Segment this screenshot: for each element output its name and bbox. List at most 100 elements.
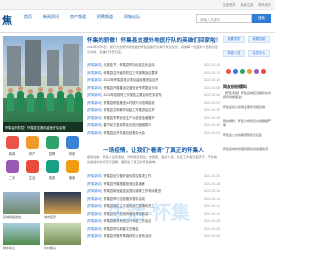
- news-icon: [5, 136, 19, 149]
- news-title[interactable]: 怀集县开展春运交通安全专项整治行动: [104, 86, 158, 90]
- headline-secondary[interactable]: 一场疫情，让我们“看清”了真正的怀集人: [87, 146, 220, 154]
- news-date: 2022-01-08: [201, 218, 220, 224]
- news-tag[interactable]: [怀集新闻]: [87, 101, 102, 105]
- quick-icon-food[interactable]: 美食: [63, 160, 81, 180]
- top-link-contact[interactable]: 联系我们: [258, 2, 271, 7]
- quick-icon-jobs[interactable]: 招聘: [43, 136, 61, 156]
- search-button[interactable]: 搜索: [252, 14, 271, 23]
- list-item[interactable]: [怀集新闻] 怀集县新冠疫苗加强针接种工作有序推进 2022-01-16: [87, 188, 220, 194]
- hero-caption[interactable]: 怀集会的阶层！怀集县支援抗疫医疗队启程: [3, 122, 83, 132]
- list-item[interactable]: [怀集新闻] 怀集县举办新春文艺晚会 2022-01-06: [87, 225, 220, 232]
- news-tag[interactable]: [怀集新闻]: [87, 63, 102, 67]
- thumbnail-image[interactable]: [3, 223, 40, 245]
- news-date: 2022-01-12: [201, 203, 220, 209]
- news-tag[interactable]: [怀集新闻]: [87, 174, 102, 178]
- quick-icon-secondhand[interactable]: 二手: [3, 160, 21, 180]
- qq-icon[interactable]: [233, 69, 238, 74]
- news-tag[interactable]: [怀集新闻]: [87, 71, 102, 75]
- quick-icon-shops[interactable]: 商家: [63, 136, 81, 156]
- list-item[interactable]: [怀集新闻] 怀集县文明城市创建工作推进会召开 2022-01-30: [87, 107, 220, 113]
- list-item[interactable]: [怀集新闻] 怀集县积极推进乡村振兴示范带建设 2022-02-03: [87, 99, 220, 106]
- list-item[interactable]: [怀集新闻] 2022年县政府工作报告主要目标任务发布 2022-02-06: [87, 92, 220, 98]
- news-title[interactable]: 怀集县开展核酸检测应急演练: [104, 182, 145, 186]
- news-tag[interactable]: [怀集新闻]: [87, 212, 102, 216]
- weibo-icon[interactable]: [226, 69, 231, 74]
- headline-primary[interactable]: 怀集的骄傲！怀集县支援外地医疗队的英雄们回家啦！: [87, 36, 220, 44]
- thumbnail-caption[interactable]: 乡村振兴: [44, 246, 81, 250]
- nav-item-house[interactable]: 房产频道: [70, 14, 86, 20]
- news-tag[interactable]: [怀集新闻]: [87, 86, 102, 90]
- news-title[interactable]: 2022年县政府工作报告主要目标任务发布: [104, 93, 162, 97]
- wechat-icon[interactable]: [240, 69, 245, 74]
- top-link-register[interactable]: 免费注册: [241, 2, 254, 7]
- merchant-join-button[interactable]: 商家入驻: [223, 50, 245, 57]
- list-item[interactable]: [怀集新闻] 怀集县开展核酸检测应急演练 2022-01-18: [87, 180, 220, 187]
- news-title[interactable]: 怀集县全力做好疫情防控各项工作: [104, 174, 152, 178]
- douyin-icon[interactable]: [261, 69, 266, 74]
- news-tag[interactable]: [怀集新闻]: [87, 204, 102, 208]
- list-item[interactable]: 怀集县公交线路调整建议征集: [223, 133, 273, 142]
- thumbnail-image[interactable]: [44, 192, 81, 214]
- list-item[interactable]: [怀集新闻] 怀集县开展冬季森林防火宣传活动 2022-01-04: [87, 233, 220, 239]
- list-item[interactable]: 【怀集问政】怀集县城区道路积水问题何时能解决？: [223, 91, 273, 100]
- search-input[interactable]: 请输入关键字: [196, 14, 252, 23]
- news-title[interactable]: 怀集县召开年度总结表彰大会: [104, 131, 145, 135]
- news-title[interactable]: 怀集县新冠疫苗加强针接种工作有序推进: [104, 189, 161, 193]
- news-title[interactable]: 怀集县冬季安全生产大检查全面展开: [104, 116, 155, 120]
- share-icon[interactable]: [254, 69, 259, 74]
- member-center-button[interactable]: 会员中心: [248, 50, 270, 57]
- nav-item-news[interactable]: 新闻资讯: [43, 14, 59, 20]
- quick-icon-house[interactable]: 房产: [23, 136, 41, 156]
- thumbnail-caption[interactable]: 县城新貌航拍: [3, 215, 40, 219]
- news-title[interactable]: 怀集县积极推进乡村振兴示范带建设: [104, 101, 155, 105]
- news-tag[interactable]: [怀集新闻]: [87, 197, 102, 201]
- list-item[interactable]: [怀集新闻] 元宵佳节｜怀集县举办民俗文化活动 2022-02-15: [87, 62, 220, 68]
- list-item[interactable]: [怀集新闻] 2022年怀集县重点项目建设推进会召开 2022-02-10: [87, 77, 220, 83]
- news-tag[interactable]: [怀集新闻]: [87, 108, 102, 112]
- news-tag[interactable]: [怀集新闻]: [87, 78, 102, 82]
- news-title[interactable]: 春节前夕县领导走访慰问困难群众: [104, 123, 152, 127]
- news-tag[interactable]: [怀集新闻]: [87, 93, 102, 97]
- submit-article-button[interactable]: 我要投稿: [248, 36, 270, 43]
- list-item[interactable]: 怀集县某小区物业服务问题反映: [223, 105, 273, 114]
- news-title[interactable]: 2022年怀集县重点项目建设推进会召开: [104, 78, 159, 82]
- thumbnail-image[interactable]: [3, 192, 40, 214]
- publish-button[interactable]: 我要发布: [223, 36, 245, 43]
- news-title[interactable]: 怀集县文明城市创建工作推进会召开: [104, 108, 155, 112]
- news-tag[interactable]: [怀集新闻]: [87, 116, 102, 120]
- news-title[interactable]: 怀集县开展冬季森林防火宣传活动: [104, 234, 152, 238]
- nav-item-home[interactable]: 首页: [24, 14, 32, 20]
- news-tag[interactable]: [怀集新闻]: [87, 131, 102, 135]
- list-item[interactable]: 怀集县城市管理问题投诉处理情况: [223, 147, 273, 156]
- news-tag[interactable]: [怀集新闻]: [87, 182, 102, 186]
- list-item[interactable]: [怀集新闻] 怀集县冬季安全生产大检查全面展开 2022-01-28: [87, 114, 220, 121]
- news-date: 2022-01-14: [201, 195, 220, 202]
- thumbnail-caption[interactable]: 城市夜景: [44, 215, 81, 219]
- news-title[interactable]: 怀集县召开疫情防控工作部署会议要求: [104, 71, 158, 75]
- news-tag[interactable]: [怀集新闻]: [87, 189, 102, 193]
- site-logo[interactable]: 焦: [2, 12, 12, 27]
- nav-item-forum[interactable]: 同城论坛: [124, 14, 140, 20]
- list-item[interactable]: [怀集新闻] 怀集县全力做好疫情防控各项工作 2022-01-20: [87, 173, 220, 179]
- heart-icon: [25, 160, 39, 173]
- list-item[interactable]: [怀集新闻] 怀集县开展春运交通安全专项整治行动 2022-02-08: [87, 84, 220, 91]
- quick-icon-news[interactable]: 新闻: [3, 136, 21, 156]
- list-item[interactable]: [怀集新闻] 怀集县召开年度总结表彰大会 2022-01-22: [87, 129, 220, 136]
- qzone-icon[interactable]: [247, 69, 252, 74]
- news-title[interactable]: 怀集县举办新春文艺晚会: [104, 227, 139, 231]
- quick-icon-life[interactable]: 生活: [23, 160, 41, 180]
- thumbnail-caption[interactable]: 绿水青山: [3, 246, 40, 250]
- list-item[interactable]: [怀集新闻] 春节前夕县领导走访慰问困难群众 2022-01-25: [87, 122, 220, 128]
- nav-item-jobs[interactable]: 招聘频道: [97, 14, 113, 20]
- list-item[interactable]: 网友爆料：怀集大桥附近交通拥堵严重: [223, 119, 273, 128]
- top-link-login[interactable]: 注册登录: [223, 2, 236, 7]
- news-tag[interactable]: [怀集新闻]: [87, 219, 102, 223]
- news-tag[interactable]: [怀集新闻]: [87, 227, 102, 231]
- quick-icon-travel[interactable]: 旅游: [43, 160, 61, 180]
- list-item[interactable]: [怀集新闻] 怀集县召开疫情防控工作部署会议要求 2022-02-12: [87, 69, 220, 76]
- news-title[interactable]: 元宵佳节｜怀集县举办民俗文化活动: [104, 63, 155, 67]
- news-tag[interactable]: [怀集新闻]: [87, 234, 102, 238]
- hero-image[interactable]: 怀集会的阶层！怀集县支援抗疫医疗队启程: [3, 36, 83, 132]
- news-tag[interactable]: [怀集新闻]: [87, 123, 102, 127]
- thumbnail-image[interactable]: [44, 223, 81, 245]
